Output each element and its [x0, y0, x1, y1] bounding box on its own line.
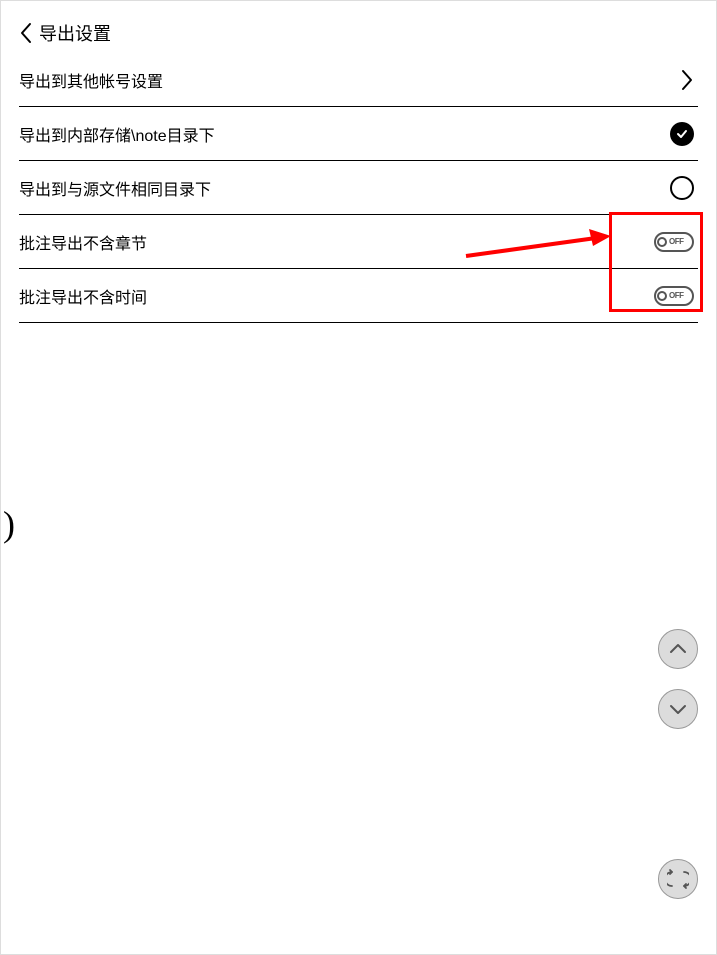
row-label: 导出到与源文件相同目录下	[19, 176, 211, 200]
row-label: 批注导出不含章节	[19, 230, 147, 254]
row-export-account[interactable]: 导出到其他帐号设置	[19, 53, 698, 107]
toggle-state: OFF	[669, 237, 684, 246]
scroll-down-button[interactable]	[658, 689, 698, 729]
toggle-state: OFF	[669, 291, 684, 300]
scroll-up-button[interactable]	[658, 629, 698, 669]
back-icon[interactable]	[19, 22, 33, 44]
page-title: 导出设置	[39, 20, 111, 46]
radio-checked-icon[interactable]	[670, 122, 694, 146]
chevron-right-icon	[680, 69, 694, 91]
stray-text: )	[3, 503, 15, 545]
row-no-time[interactable]: 批注导出不含时间 OFF	[19, 269, 698, 323]
radio-unchecked-icon[interactable]	[670, 176, 694, 200]
row-label: 导出到内部存储\note目录下	[19, 122, 215, 146]
row-label: 导出到其他帐号设置	[19, 68, 163, 92]
refresh-button[interactable]	[658, 859, 698, 899]
row-label: 批注导出不含时间	[19, 284, 147, 308]
toggle-no-chapter[interactable]: OFF	[654, 232, 694, 252]
toggle-no-time[interactable]: OFF	[654, 286, 694, 306]
row-export-internal[interactable]: 导出到内部存储\note目录下	[19, 107, 698, 161]
row-no-chapter[interactable]: 批注导出不含章节 OFF	[19, 215, 698, 269]
row-export-same-dir[interactable]: 导出到与源文件相同目录下	[19, 161, 698, 215]
